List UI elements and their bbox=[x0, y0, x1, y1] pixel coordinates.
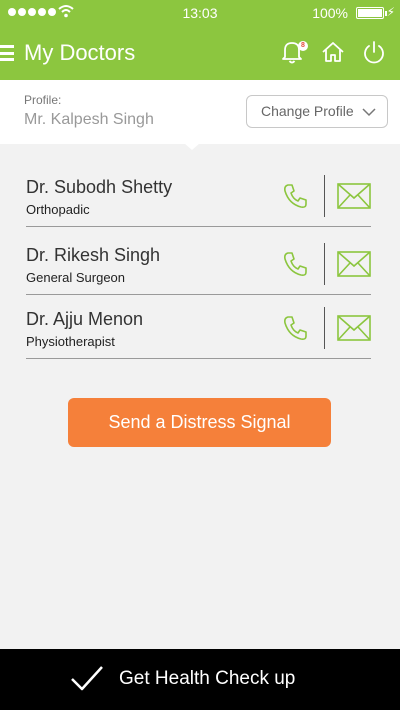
mail-icon[interactable] bbox=[337, 315, 371, 341]
phone-icon[interactable] bbox=[280, 181, 310, 211]
battery-percentage: 100% bbox=[312, 5, 348, 21]
app-header: My Doctors 8 bbox=[0, 26, 400, 80]
profile-caption: Profile: bbox=[24, 93, 62, 107]
notifications-button[interactable]: 8 bbox=[278, 38, 308, 68]
logout-button[interactable] bbox=[360, 38, 390, 68]
doctor-name: Dr. Rikesh Singh bbox=[26, 245, 161, 265]
doctor-name: Dr. Ajju Menon bbox=[26, 309, 144, 329]
home-button[interactable] bbox=[319, 38, 349, 68]
notification-badge: 8 bbox=[298, 41, 308, 51]
row-divider bbox=[324, 243, 325, 285]
charging-icon: ⚡ bbox=[386, 5, 395, 19]
doctor-specialty: Physiotherapist bbox=[26, 334, 115, 349]
change-profile-label: Change Profile bbox=[261, 103, 354, 119]
row-divider bbox=[324, 175, 325, 217]
change-profile-dropdown[interactable]: Change Profile bbox=[246, 95, 388, 128]
health-checkup-bar[interactable]: Get Health Check up bbox=[0, 649, 400, 710]
phone-icon[interactable] bbox=[280, 313, 310, 343]
page-title: My Doctors bbox=[24, 40, 136, 65]
battery-icon bbox=[356, 7, 387, 19]
menu-icon[interactable] bbox=[0, 45, 14, 61]
list-item: Dr. Ajju Menon Physiotherapist bbox=[26, 307, 371, 359]
health-checkup-label: Get Health Check up bbox=[119, 668, 296, 689]
home-icon bbox=[322, 42, 344, 62]
distress-signal-button[interactable]: Send a Distress Signal bbox=[68, 398, 331, 447]
doctor-name: Dr. Subodh Shetty bbox=[26, 177, 173, 197]
doctor-specialty: General Surgeon bbox=[26, 270, 126, 285]
profile-bar: Profile: Mr. Kalpesh Singh Change Profil… bbox=[0, 80, 400, 144]
checkmark-icon bbox=[71, 666, 103, 691]
phone-icon[interactable] bbox=[280, 249, 310, 279]
chevron-down-icon bbox=[362, 108, 376, 117]
doctor-specialty: Orthopadic bbox=[26, 202, 90, 217]
profile-name: Mr. Kalpesh Singh bbox=[24, 111, 154, 128]
mail-icon[interactable] bbox=[337, 183, 371, 209]
status-bar: 13:03 100% ⚡ bbox=[0, 0, 400, 26]
mail-icon[interactable] bbox=[337, 251, 371, 277]
row-divider bbox=[324, 307, 325, 349]
profile-pointer bbox=[184, 143, 200, 150]
power-icon bbox=[364, 41, 384, 64]
list-item: Dr. Rikesh Singh General Surgeon bbox=[26, 243, 371, 295]
list-item: Dr. Subodh Shetty Orthopadic bbox=[26, 175, 371, 227]
